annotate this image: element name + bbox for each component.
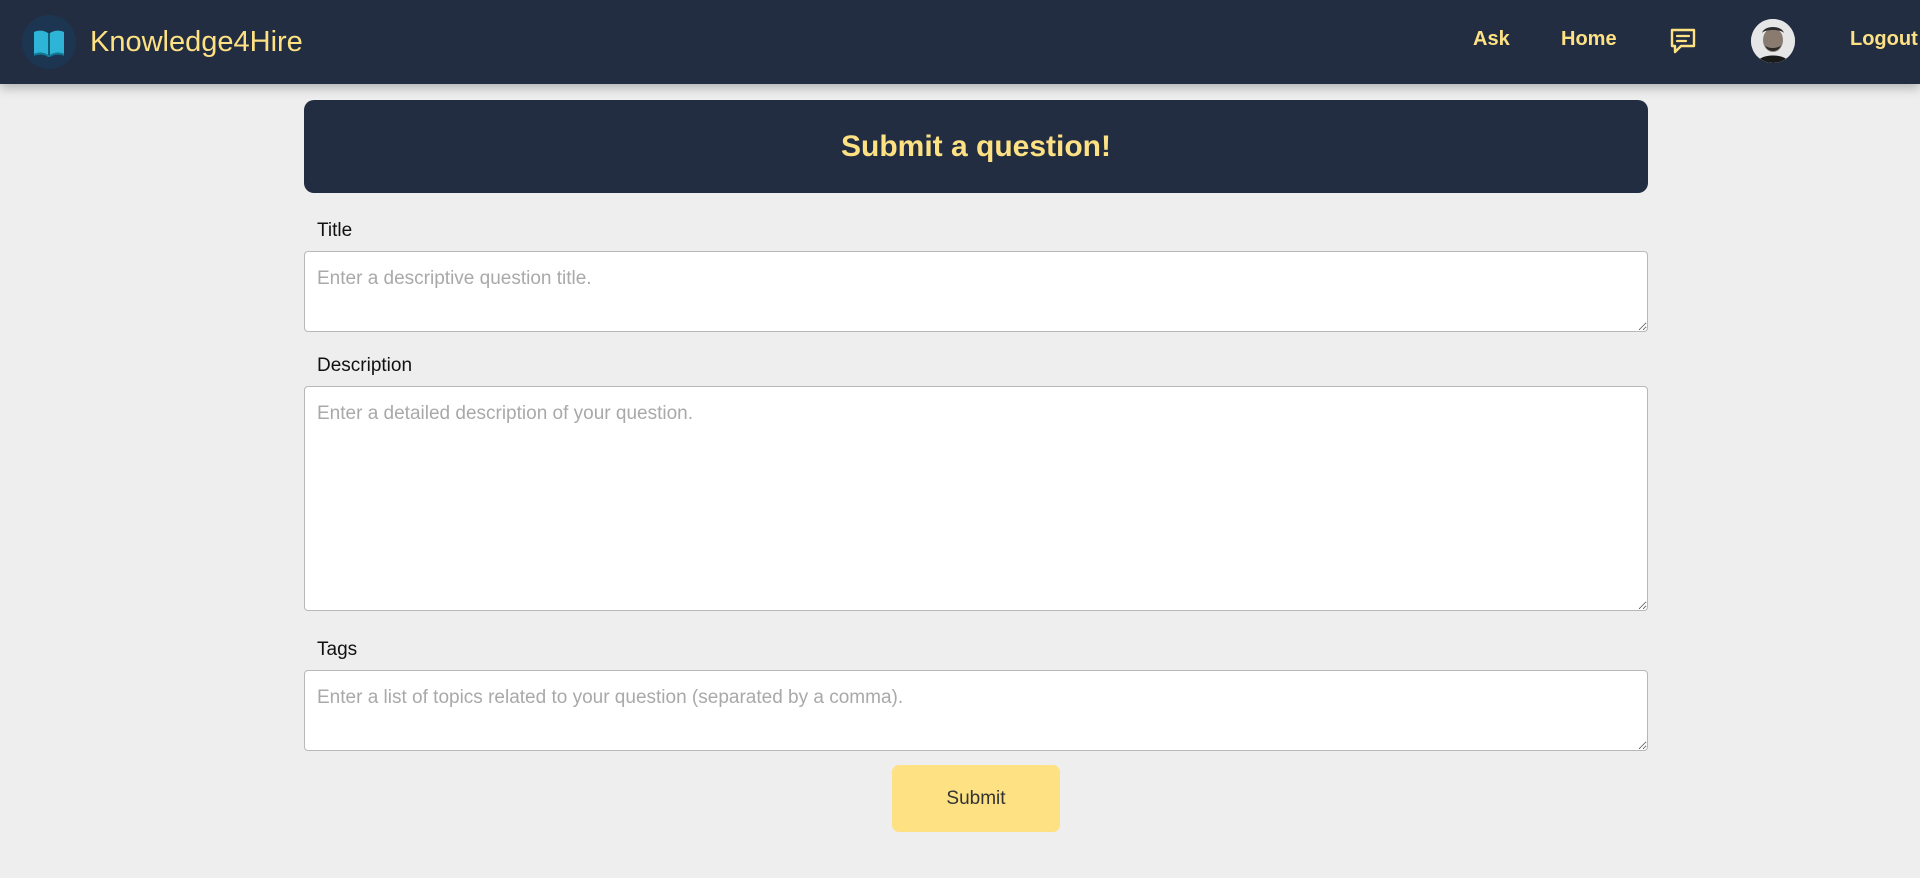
title-label: Title	[317, 220, 353, 241]
form-header-banner: Submit a question!	[304, 100, 1648, 193]
title-input[interactable]	[304, 251, 1648, 332]
brand-link[interactable]: Knowledge4Hire	[22, 15, 303, 69]
nav-logout-link[interactable]: Logout	[1850, 28, 1918, 51]
description-input[interactable]	[304, 386, 1648, 611]
description-label: Description	[317, 355, 413, 376]
nav-ask-link[interactable]: Ask	[1473, 28, 1510, 51]
nav-home-link[interactable]: Home	[1561, 28, 1617, 51]
user-avatar[interactable]	[1751, 19, 1795, 63]
page-title: Submit a question!	[841, 129, 1111, 163]
top-navbar: Knowledge4Hire Ask Home Logout	[0, 0, 1920, 84]
tags-label: Tags	[317, 639, 358, 660]
brand-name: Knowledge4Hire	[90, 25, 303, 58]
tags-input[interactable]	[304, 670, 1648, 751]
book-logo-icon	[22, 15, 76, 69]
chat-icon[interactable]	[1668, 26, 1698, 56]
submit-button[interactable]: Submit	[892, 765, 1060, 832]
